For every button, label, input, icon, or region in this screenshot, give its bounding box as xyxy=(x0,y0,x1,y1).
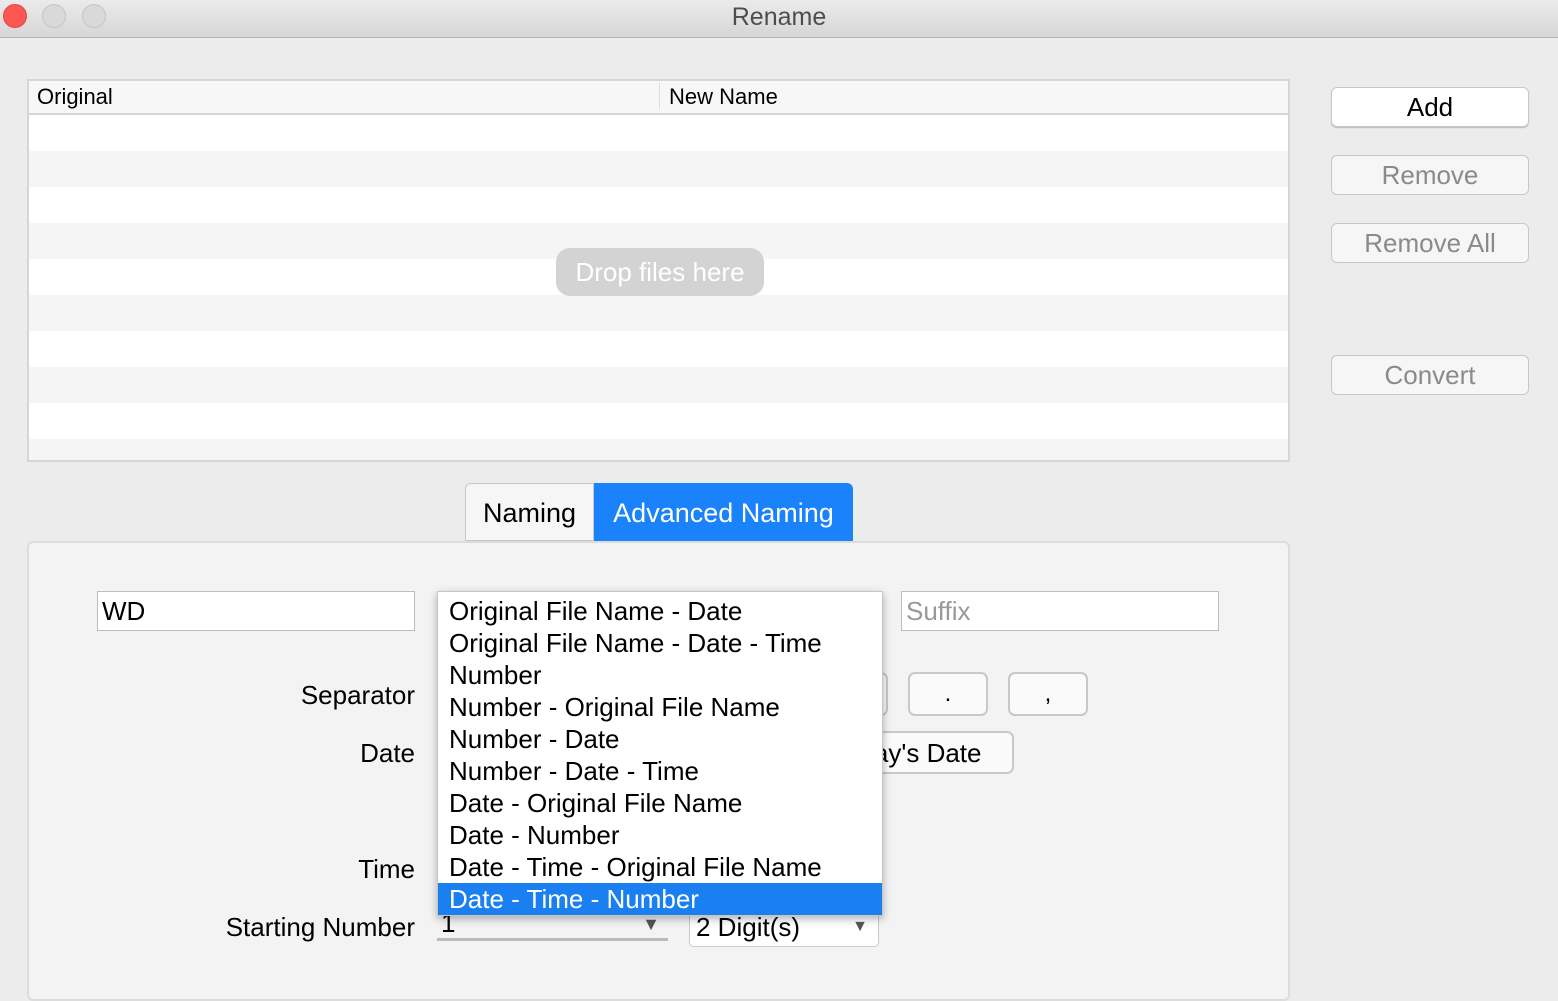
window-title: Rename xyxy=(731,3,827,31)
format-option[interactable]: Original File Name - Date xyxy=(438,595,882,627)
table-row xyxy=(29,151,1288,187)
separator-label: Separator xyxy=(300,680,415,710)
suffix-input[interactable]: Suffix xyxy=(901,591,1219,631)
table-header: Original New Name xyxy=(29,81,1288,115)
date-label: Date xyxy=(360,738,415,768)
stepper-arrow-icon[interactable]: ▼ xyxy=(642,914,660,935)
table-row xyxy=(29,367,1288,403)
tab-naming[interactable]: Naming xyxy=(465,483,594,541)
separator-dot-button[interactable]: . xyxy=(908,672,988,716)
convert-button[interactable]: Convert xyxy=(1331,355,1529,395)
time-label: Time xyxy=(358,854,415,884)
title-bar: Rename xyxy=(0,0,1558,38)
table-row xyxy=(29,295,1288,331)
separator-comma-button[interactable]: , xyxy=(1008,672,1088,716)
table-row xyxy=(29,187,1288,223)
format-option[interactable]: Number xyxy=(438,659,882,691)
format-option[interactable]: Date - Number xyxy=(438,819,882,851)
format-popup-menu[interactable]: Original File Name - Date Original File N… xyxy=(437,591,883,916)
digits-value: 2 Digit(s) xyxy=(696,912,801,942)
format-option[interactable]: Date - Original File Name xyxy=(438,787,882,819)
table-row xyxy=(29,331,1288,367)
drop-files-hint: Drop files here xyxy=(556,248,764,296)
prefix-input[interactable]: WD xyxy=(97,591,415,631)
format-option[interactable]: Number - Date - Time xyxy=(438,755,882,787)
format-option[interactable]: Number - Date xyxy=(438,723,882,755)
tab-advanced-naming[interactable]: Advanced Naming xyxy=(594,483,853,541)
table-row xyxy=(29,439,1288,460)
table-row xyxy=(29,403,1288,439)
format-option[interactable]: Number - Original File Name xyxy=(438,691,882,723)
format-option[interactable]: Date - Time - Number xyxy=(438,883,882,915)
add-button[interactable]: Add xyxy=(1331,87,1529,127)
remove-button[interactable]: Remove xyxy=(1331,155,1529,195)
format-option[interactable]: Original File Name - Date - Time xyxy=(438,627,882,659)
chevron-down-icon: ▼ xyxy=(852,918,868,935)
starting-number-label: Starting Number xyxy=(225,912,415,942)
column-original[interactable]: Original xyxy=(37,84,113,110)
column-new-name[interactable]: New Name xyxy=(669,84,778,110)
table-row xyxy=(29,115,1288,151)
format-option[interactable]: Date - Time - Original File Name xyxy=(438,851,882,883)
file-table[interactable]: Original New Name Drop files here xyxy=(27,79,1290,462)
remove-all-button[interactable]: Remove All xyxy=(1331,223,1529,263)
